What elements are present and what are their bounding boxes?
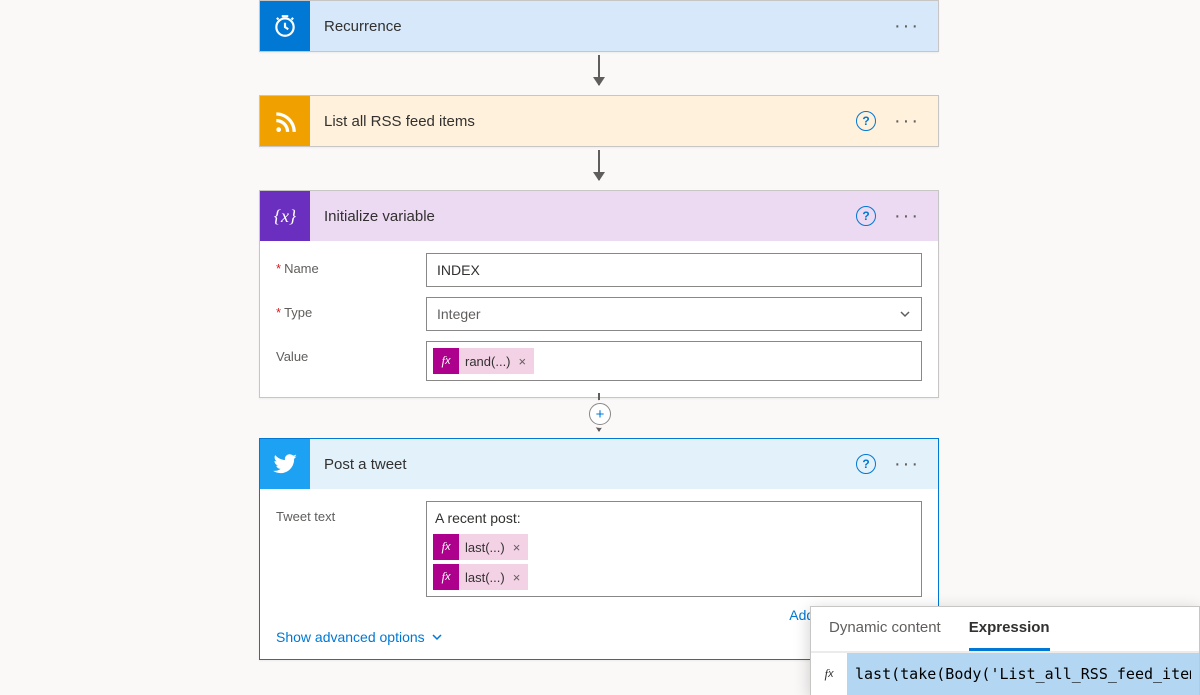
more-icon[interactable]: ··· bbox=[894, 21, 920, 31]
expression-token[interactable]: fx last(...) × bbox=[433, 564, 528, 590]
chevron-down-icon bbox=[431, 631, 443, 643]
step-title: List all RSS feed items bbox=[310, 113, 856, 130]
add-step-button[interactable]: + bbox=[589, 403, 611, 425]
token-label: last(...) bbox=[459, 570, 511, 585]
clock-icon bbox=[260, 1, 310, 51]
twitter-icon bbox=[260, 439, 310, 489]
name-input[interactable] bbox=[426, 253, 922, 287]
fx-icon: fx bbox=[811, 653, 847, 695]
help-icon[interactable]: ? bbox=[856, 111, 876, 131]
expression-token[interactable]: fx last(...) × bbox=[433, 534, 528, 560]
tweet-text-input[interactable]: A recent post: fx last(...) × fx last(..… bbox=[426, 501, 922, 597]
field-label-name: Name bbox=[276, 253, 426, 276]
rss-icon bbox=[260, 96, 310, 146]
dynamic-content-popup: Dynamic content Expression fx bbox=[810, 606, 1200, 695]
token-remove[interactable]: × bbox=[511, 570, 529, 585]
tweet-pretext: A recent post: bbox=[433, 506, 915, 532]
type-value: Integer bbox=[437, 306, 481, 322]
token-remove[interactable]: × bbox=[517, 354, 535, 369]
more-icon[interactable]: ··· bbox=[894, 116, 920, 126]
value-input[interactable]: fx rand(...) × bbox=[426, 341, 922, 381]
more-icon[interactable]: ··· bbox=[894, 459, 920, 469]
more-icon[interactable]: ··· bbox=[894, 211, 920, 221]
step-title: Initialize variable bbox=[310, 208, 856, 225]
token-remove[interactable]: × bbox=[511, 540, 529, 555]
show-advanced-options-link[interactable]: Show advanced options bbox=[276, 629, 443, 645]
expression-input[interactable] bbox=[847, 653, 1199, 695]
step-initialize-variable[interactable]: {x} Initialize variable ? ··· Name Type … bbox=[259, 190, 939, 398]
token-label: last(...) bbox=[459, 540, 511, 555]
field-label-value: Value bbox=[276, 341, 426, 364]
field-label-type: Type bbox=[276, 297, 426, 320]
advanced-label: Show advanced options bbox=[276, 629, 425, 645]
chevron-down-icon bbox=[899, 308, 911, 320]
expression-token[interactable]: fx rand(...) × bbox=[433, 348, 534, 374]
tab-expression[interactable]: Expression bbox=[969, 619, 1050, 651]
fx-icon: fx bbox=[433, 534, 459, 560]
token-label: rand(...) bbox=[459, 354, 517, 369]
help-icon[interactable]: ? bbox=[856, 454, 876, 474]
step-recurrence[interactable]: Recurrence ··· bbox=[259, 0, 939, 52]
connector-arrow bbox=[598, 150, 600, 180]
fx-icon: fx bbox=[433, 348, 459, 374]
step-rss[interactable]: List all RSS feed items ? ··· bbox=[259, 95, 939, 147]
step-title: Post a tweet bbox=[310, 456, 856, 473]
variable-icon: {x} bbox=[260, 191, 310, 241]
tab-dynamic-content[interactable]: Dynamic content bbox=[829, 619, 941, 651]
connector-arrow bbox=[598, 55, 600, 85]
field-label-tweet-text: Tweet text bbox=[276, 501, 426, 524]
help-icon[interactable]: ? bbox=[856, 206, 876, 226]
step-title: Recurrence bbox=[310, 18, 894, 35]
fx-icon: fx bbox=[433, 564, 459, 590]
type-select[interactable]: Integer bbox=[426, 297, 922, 331]
